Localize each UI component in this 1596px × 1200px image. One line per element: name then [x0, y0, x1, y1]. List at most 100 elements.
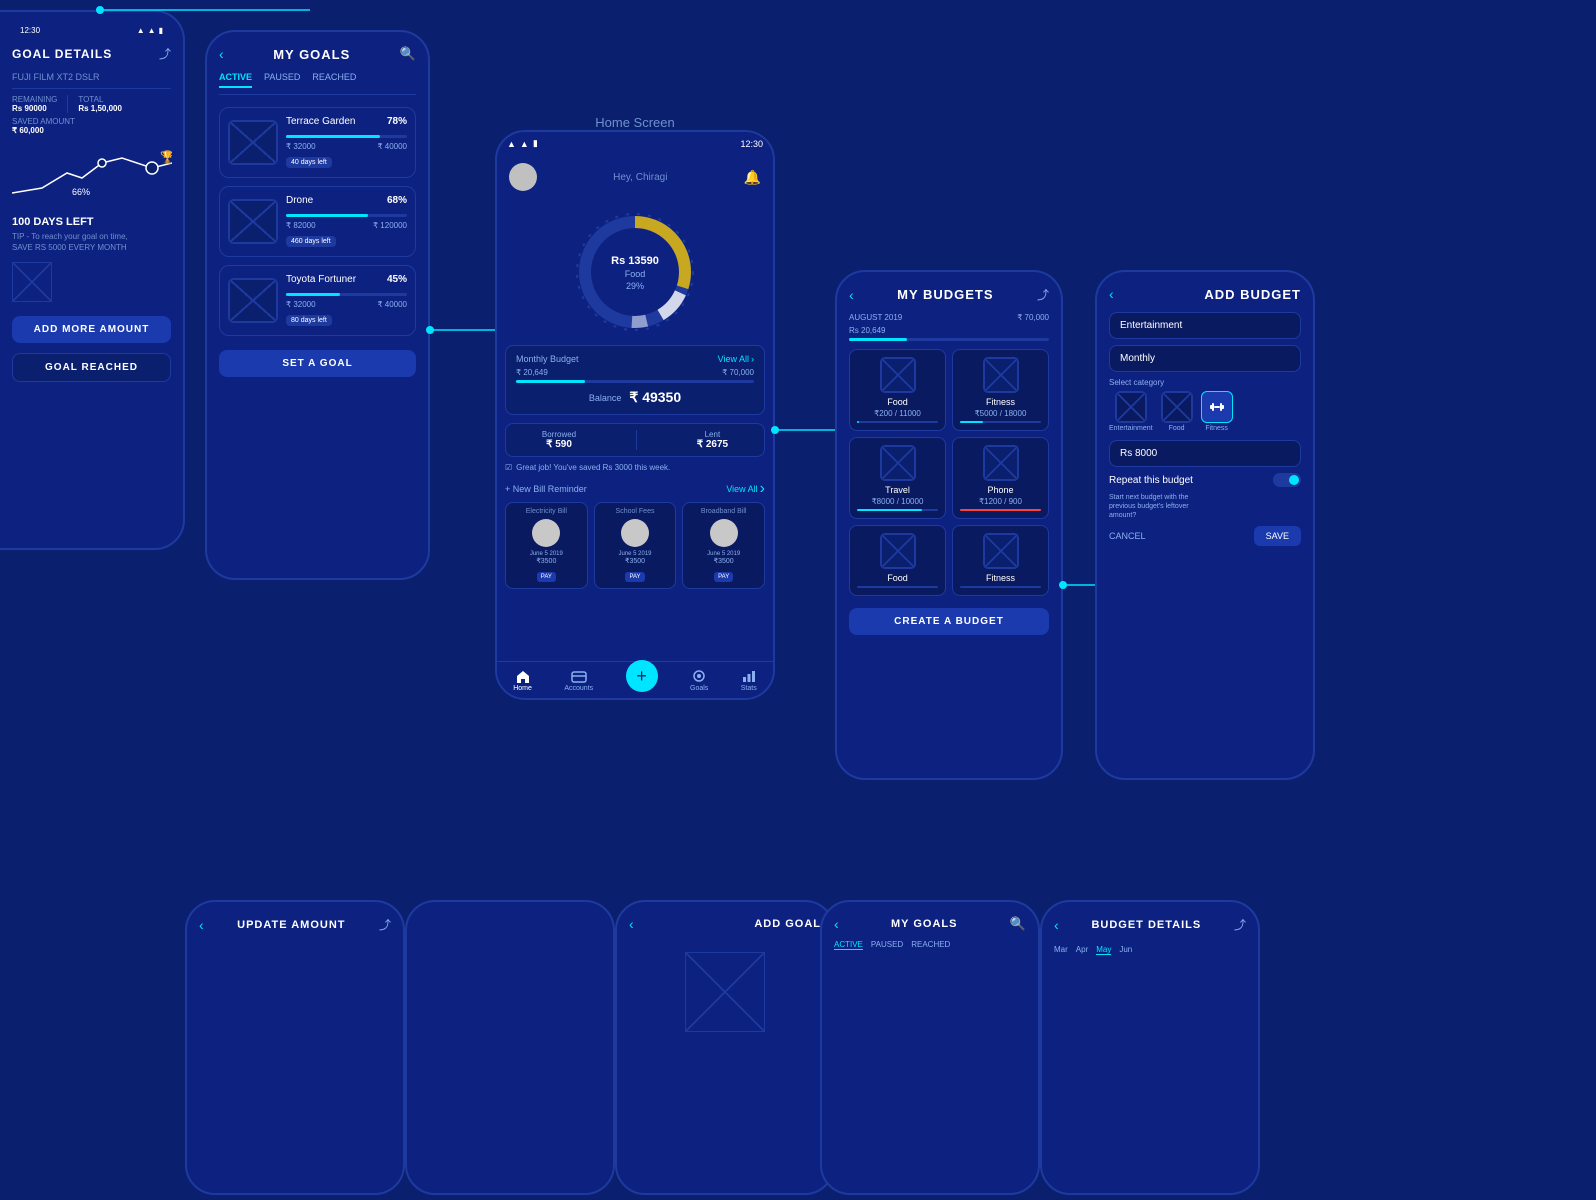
cat-food[interactable]: Food [1161, 391, 1193, 432]
bill-card-electricity[interactable]: Electricity Bill June 5 2019 ₹3500 PAY [505, 502, 588, 589]
goal-thumb-terrace [228, 120, 278, 165]
tab-reached[interactable]: REACHED [312, 72, 356, 88]
budget-amount-field[interactable]: Rs 8000 [1109, 440, 1301, 467]
budget-cell-fitness2[interactable]: Fitness [952, 525, 1049, 596]
home-screen: ▲ ▲ ▮ 12:30 Hey, Chiragi 🔔 Rs 13590 Food… [495, 130, 775, 700]
total-label: TOTAL [78, 95, 122, 104]
save-button[interactable]: SAVE [1254, 526, 1301, 546]
my-goals-bottom-title: MY GOALS [891, 918, 957, 930]
add-goal-screen: ‹ ADD GOAL [615, 900, 835, 1195]
budget-overall-progress [849, 338, 1049, 341]
budgets-share-icon[interactable]: ⤴ [1037, 286, 1049, 303]
nav-home[interactable]: Home [513, 669, 532, 692]
budget-period-field[interactable]: Monthly [1109, 345, 1301, 372]
wifi-home-icon: ▲ [507, 139, 516, 149]
add-goal-back[interactable]: ‹ [629, 916, 634, 932]
bill-circle-school [621, 519, 649, 547]
goal-pct-terrace: 78% [387, 116, 407, 131]
add-budget-back[interactable]: ‹ [1109, 286, 1114, 302]
pay-broadband-button[interactable]: PAY [714, 572, 733, 582]
tab-paused-bottom[interactable]: PAUSED [871, 940, 903, 950]
budget-details-share[interactable]: ⤴ [1234, 916, 1246, 933]
goal-badge-fortuner: 80 days left [286, 315, 332, 326]
update-amount-back[interactable]: ‹ [199, 917, 204, 933]
bell-icon[interactable]: 🔔 [744, 169, 761, 186]
cat-fitness[interactable]: Fitness [1201, 391, 1233, 432]
goal-card-terrace[interactable]: Terrace Garden 78% ₹ 32000₹ 40000 40 day… [219, 107, 416, 178]
budget-name-field[interactable]: Entertainment [1109, 312, 1301, 339]
cancel-button[interactable]: CANCEL [1109, 531, 1146, 541]
goal-badge-drone: 460 days left [286, 236, 336, 247]
toggle-thumb [1289, 475, 1299, 485]
budget-cell-food[interactable]: Food ₹200 / 11000 [849, 349, 946, 431]
goal-card-drone[interactable]: Drone 68% ₹ 82000₹ 120000 460 days left [219, 186, 416, 257]
balance-amount: ₹ 49350 [629, 389, 681, 406]
nav-stats[interactable]: Stats [741, 669, 757, 692]
my-goals-bottom-back[interactable]: ‹ [834, 916, 839, 932]
bill-amount-broadband: ₹3500 [688, 557, 759, 565]
nav-add-button[interactable]: + [626, 660, 658, 692]
pay-electricity-button[interactable]: PAY [537, 572, 556, 582]
budget-cell-travel[interactable]: Travel ₹8000 / 10000 [849, 437, 946, 519]
bill-card-broadband[interactable]: Broadband Bill June 5 2019 ₹3500 PAY [682, 502, 765, 589]
budget-total-value: ₹ 70,000 [722, 368, 754, 377]
goal-name: FUJI FILM XT2 DSLR [12, 72, 171, 82]
month-mar[interactable]: Mar [1054, 945, 1068, 955]
month-may[interactable]: May [1096, 945, 1111, 955]
saved-value: ₹ 60,000 [12, 126, 171, 135]
goal-card-fortuner[interactable]: Toyota Fortuner 45% ₹ 32000₹ 40000 80 da… [219, 265, 416, 336]
pay-school-button[interactable]: PAY [625, 572, 644, 582]
bill-name-electricity: Electricity Bill [511, 508, 582, 515]
goal-pct-fortuner: 45% [387, 274, 407, 289]
budget-cells-grid: Food ₹200 / 11000 Fitness ₹5000 / 18000 … [849, 349, 1049, 596]
budgets-back-arrow[interactable]: ‹ [849, 287, 854, 303]
month-apr[interactable]: Apr [1076, 945, 1088, 955]
goal-name-fortuner: Toyota Fortuner [286, 274, 356, 285]
tab-active-bottom[interactable]: ACTIVE [834, 940, 863, 950]
sparkline-chart: 🏆 66% [12, 143, 171, 208]
balance-label: Balance [589, 393, 622, 403]
goal-name-drone: Drone [286, 195, 313, 206]
cat-entertainment[interactable]: Entertainment [1109, 391, 1153, 432]
back-arrow[interactable]: ‹ [219, 46, 224, 62]
nav-goals[interactable]: Goals [690, 669, 708, 692]
bill-name-school: School Fees [600, 508, 671, 515]
goal-progress-drone [286, 214, 407, 217]
create-budget-button[interactable]: CREATE A BUDGET [849, 608, 1049, 635]
budget-details-back[interactable]: ‹ [1054, 917, 1059, 933]
nav-accounts[interactable]: Accounts [564, 669, 593, 692]
repeat-label: Repeat this budget [1109, 475, 1193, 486]
month-jun[interactable]: Jun [1119, 945, 1132, 955]
tab-active[interactable]: ACTIVE [219, 72, 252, 88]
my-goals-bottom-search[interactable]: 🔍 [1010, 916, 1026, 932]
goal-badge-terrace: 40 days left [286, 157, 332, 168]
budget-cell-fitness[interactable]: Fitness ₹5000 / 18000 [952, 349, 1049, 431]
bottom-phone2-screen [405, 900, 615, 1195]
set-goal-button[interactable]: SET A GOAL [219, 350, 416, 377]
tab-reached-bottom[interactable]: REACHED [911, 940, 950, 950]
goal-reached-button[interactable]: GOAL REACHED [12, 353, 171, 382]
chevron-right-bills: › [760, 480, 765, 498]
add-more-amount-button[interactable]: ADD MORE AMOUNT [12, 316, 171, 343]
goal-thumb-drone [228, 199, 278, 244]
search-icon[interactable]: 🔍 [400, 46, 416, 62]
goal-amounts-fortuner: ₹ 32000₹ 40000 [286, 300, 407, 309]
repeat-toggle[interactable] [1273, 473, 1301, 487]
goal-details-title: GOAL DETAILS [12, 47, 112, 61]
tab-paused[interactable]: PAUSED [264, 72, 300, 88]
balance-row: Balance ₹ 49350 [516, 389, 754, 406]
budget-cell-food2[interactable]: Food [849, 525, 946, 596]
bill-card-school[interactable]: School Fees June 5 2019 ₹3500 PAY [594, 502, 677, 589]
greeting: Hey, Chiragi [613, 172, 667, 183]
view-all-budget[interactable]: View All [718, 354, 749, 364]
monthly-budget-section: Monthly Budget View All › ₹ 20,649 ₹ 70,… [505, 345, 765, 415]
update-amount-header: ‹ UPDATE AMOUNT ⤴ [199, 916, 391, 933]
my-goals-title: MY GOALS [273, 47, 350, 62]
budget-cell-phone[interactable]: Phone ₹1200 / 900 [952, 437, 1049, 519]
days-left: 100 DAYS LEFT [12, 216, 171, 228]
share-icon[interactable]: ⤴ [159, 45, 171, 62]
update-share-icon[interactable]: ⤴ [379, 916, 391, 933]
add-budget-title: ADD BUDGET [1204, 287, 1301, 302]
view-all-bills[interactable]: View All [726, 484, 757, 494]
goal-details-screen: 12:30 ▲ ▲ ▮ GOAL DETAILS ⤴ FUJI FILM XT2… [0, 10, 185, 550]
